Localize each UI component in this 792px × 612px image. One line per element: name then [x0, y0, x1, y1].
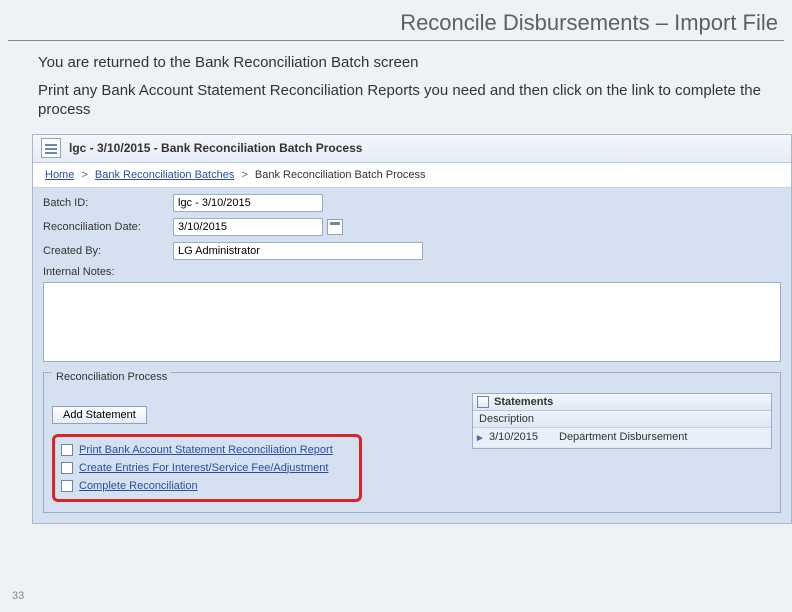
breadcrumb-home-link[interactable]: Home: [45, 169, 74, 181]
app-window: lgc - 3/10/2015 - Bank Reconciliation Ba…: [32, 134, 792, 524]
grid-icon: [477, 396, 489, 408]
calendar-icon[interactable]: [327, 219, 343, 235]
slide-title: Reconcile Disbursements – Import File: [0, 0, 792, 40]
row-indicator-icon: ▸: [477, 431, 489, 444]
statements-panel: Statements Description ▸ 3/10/2015 Depar…: [472, 393, 772, 449]
title-underline: [8, 40, 784, 41]
add-statement-button[interactable]: Add Statement: [52, 406, 147, 424]
print-report-link[interactable]: Print Bank Account Statement Reconciliat…: [79, 444, 333, 456]
breadcrumb-sep: >: [241, 169, 247, 181]
complete-reconciliation-link[interactable]: Complete Reconciliation: [79, 480, 198, 492]
highlight-box: Print Bank Account Statement Reconciliat…: [52, 434, 362, 502]
statements-column-header: Description: [473, 411, 771, 428]
internal-notes-label: Internal Notes:: [43, 266, 173, 278]
checkbox-icon[interactable]: [61, 444, 73, 456]
created-by-field[interactable]: [173, 242, 423, 260]
checkbox-icon[interactable]: [61, 462, 73, 474]
breadcrumb-current: Bank Reconciliation Batch Process: [255, 169, 426, 181]
breadcrumb-sep: >: [81, 169, 87, 181]
statement-row[interactable]: ▸ 3/10/2015 Department Disbursement: [473, 428, 771, 448]
fieldset-legend: Reconciliation Process: [52, 371, 171, 383]
breadcrumb: Home > Bank Reconciliation Batches > Ban…: [33, 163, 791, 188]
statements-header: Statements: [473, 394, 771, 411]
window-title-text: lgc - 3/10/2015 - Bank Reconciliation Ba…: [69, 141, 362, 155]
reconciliation-process-fieldset: Reconciliation Process Add Statement Pri…: [43, 372, 781, 513]
breadcrumb-batches-link[interactable]: Bank Reconciliation Batches: [95, 169, 234, 181]
page-number: 33: [12, 590, 24, 602]
batch-id-label: Batch ID:: [43, 197, 173, 209]
recon-date-label: Reconciliation Date:: [43, 221, 173, 233]
statements-title: Statements: [494, 396, 553, 408]
create-entries-link[interactable]: Create Entries For Interest/Service Fee/…: [79, 462, 328, 474]
batch-id-field[interactable]: [173, 194, 323, 212]
window-titlebar: lgc - 3/10/2015 - Bank Reconciliation Ba…: [33, 135, 791, 163]
instruction-line-2: Print any Bank Account Statement Reconci…: [0, 77, 792, 124]
instruction-line-1: You are returned to the Bank Reconciliat…: [0, 49, 792, 77]
document-icon: [41, 138, 61, 158]
created-by-label: Created By:: [43, 245, 173, 257]
form-area: Batch ID: Reconciliation Date: Created B…: [33, 188, 791, 278]
recon-date-field[interactable]: [173, 218, 323, 236]
internal-notes-textarea[interactable]: [43, 282, 781, 362]
checkbox-icon[interactable]: [61, 480, 73, 492]
statement-description: Department Disbursement: [559, 431, 687, 443]
statement-date: 3/10/2015: [489, 431, 559, 443]
